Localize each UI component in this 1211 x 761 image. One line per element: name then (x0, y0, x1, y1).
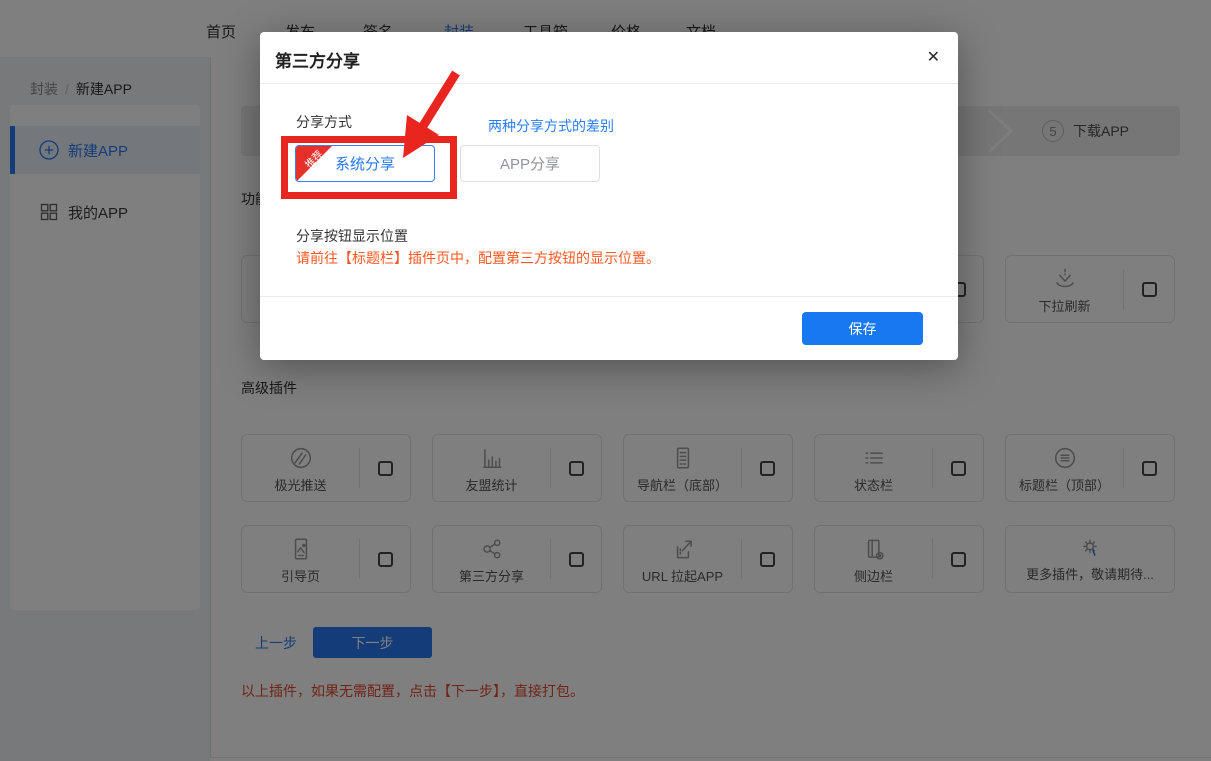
share-mode-diff-link[interactable]: 两种分享方式的差别 (488, 116, 614, 136)
app-screen: 首页 发布 签名 封装 工具箱 价格 文档 封装/新建APP 新建APP 我的A… (0, 0, 1211, 761)
option-app-share[interactable]: APP分享 (460, 145, 600, 182)
dialog-footer-divider (260, 296, 958, 297)
option-label: 系统分享 (335, 153, 395, 174)
third-party-share-dialog: 第三方分享 ✕ 分享方式 两种分享方式的差别 推荐 系统分享 APP分享 分享按… (260, 32, 958, 360)
dialog-title: 第三方分享 (275, 47, 360, 72)
button-position-label: 分享按钮显示位置 (296, 226, 408, 246)
share-mode-label: 分享方式 (296, 112, 352, 132)
button-position-note: 请前往【标题栏】插件页中，配置第三方按钮的显示位置。 (296, 248, 660, 268)
close-icon[interactable]: ✕ (927, 47, 940, 67)
option-system-share[interactable]: 推荐 系统分享 (295, 145, 435, 182)
option-label: APP分享 (500, 153, 560, 174)
save-button[interactable]: 保存 (802, 312, 923, 345)
dialog-header: 第三方分享 ✕ (260, 32, 958, 84)
